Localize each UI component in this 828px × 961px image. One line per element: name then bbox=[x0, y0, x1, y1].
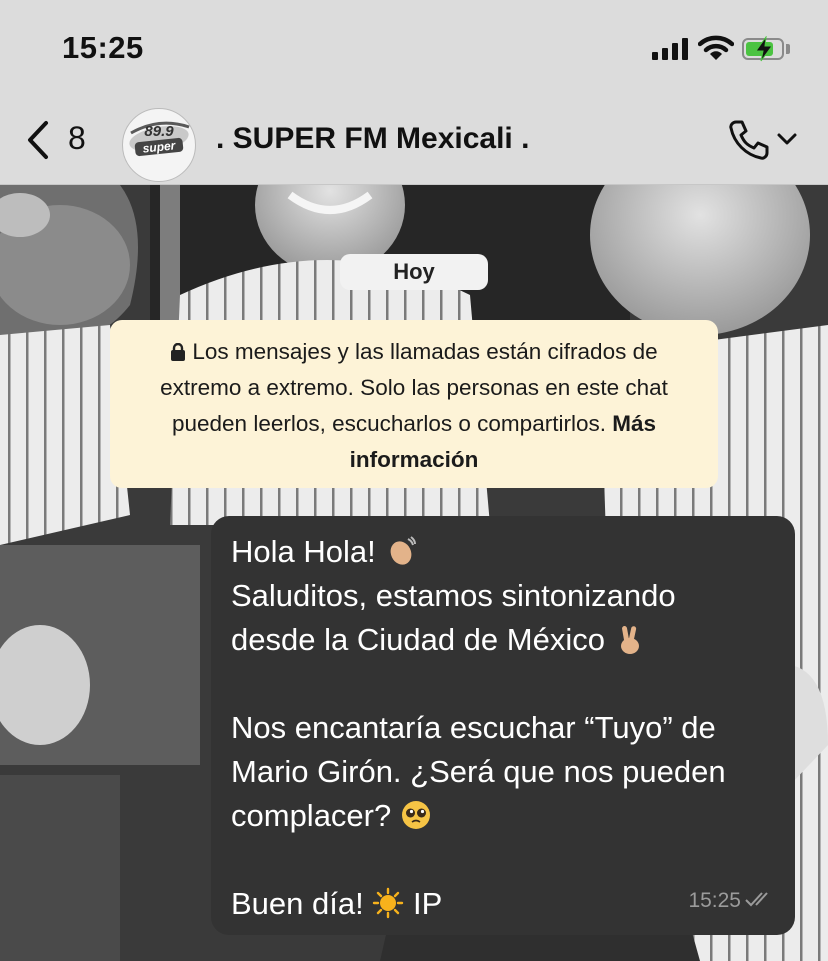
message-meta: 15:25 bbox=[688, 879, 775, 923]
message-line: desde la Ciudad de México bbox=[231, 618, 775, 662]
victory-hand-emoji-icon bbox=[620, 625, 639, 654]
unread-count[interactable]: 8 bbox=[68, 120, 86, 157]
date-separator: Hoy bbox=[340, 254, 488, 290]
back-chevron-icon[interactable] bbox=[26, 120, 50, 160]
super-fm-logo: 89.9 super bbox=[129, 121, 190, 157]
wifi-icon bbox=[698, 35, 734, 60]
charging-bolt-icon bbox=[755, 36, 773, 62]
message-bubble[interactable]: Hola Hola! Saluditos, estamos sintonizan… bbox=[211, 516, 795, 935]
cellular-signal-icon bbox=[652, 38, 690, 60]
svg-text:super: super bbox=[142, 138, 177, 155]
avatar[interactable]: 89.9 super bbox=[122, 108, 196, 182]
message-text: complacer? bbox=[231, 798, 392, 833]
message-line: Mario Girón. ¿Será que nos pueden bbox=[231, 754, 726, 789]
waving-hand-emoji-icon bbox=[390, 536, 417, 565]
message-text: Buen día! bbox=[231, 886, 364, 921]
read-receipt-icon bbox=[745, 892, 768, 907]
encryption-text: Los mensajes y las llamadas están cifrad… bbox=[160, 339, 668, 436]
chat-title[interactable]: . SUPER FM Mexicali . bbox=[216, 122, 529, 156]
chat-header: 8 89.9 super . SUPER FM Mexicali . bbox=[0, 96, 828, 185]
battery-nub bbox=[786, 44, 790, 54]
phone-call-icon[interactable] bbox=[726, 118, 770, 162]
message-line: Hola Hola! bbox=[231, 530, 775, 574]
pleading-face-emoji-icon bbox=[401, 801, 430, 829]
svg-text:89.9: 89.9 bbox=[144, 123, 174, 140]
status-time: 15:25 bbox=[62, 30, 144, 65]
encryption-notice[interactable]: Los mensajes y las llamadas están cifrad… bbox=[110, 320, 718, 488]
lock-icon bbox=[171, 343, 186, 361]
message-signature: IP bbox=[412, 886, 443, 921]
message-line: complacer? bbox=[231, 794, 775, 838]
message-text: Hola Hola! bbox=[231, 534, 376, 569]
sun-emoji-icon bbox=[373, 887, 404, 919]
message-line: Saluditos, estamos sintonizando bbox=[231, 578, 676, 613]
status-bar: 15:25 bbox=[0, 0, 828, 96]
message-time: 15:25 bbox=[688, 889, 741, 912]
message-line: Nos encantaría escuchar “Tuyo” de bbox=[231, 710, 716, 745]
chevron-down-icon[interactable] bbox=[776, 128, 798, 150]
message-text: desde la Ciudad de México bbox=[231, 622, 605, 657]
